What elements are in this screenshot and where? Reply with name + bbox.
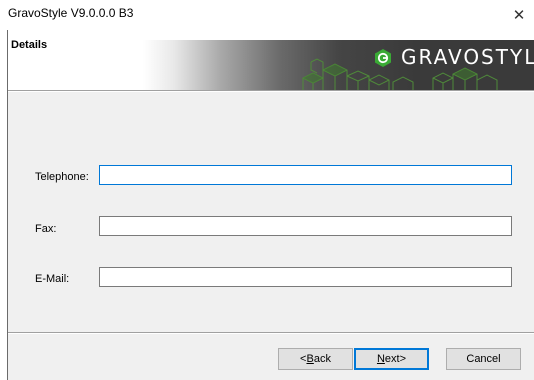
next-button-mnemonic: N bbox=[376, 353, 385, 365]
next-button[interactable]: Next > bbox=[354, 348, 429, 370]
wizard-window: Details GRAVOSTYL Telephone: Fax: E-Mail… bbox=[7, 30, 534, 380]
page-title: Details bbox=[11, 39, 48, 51]
fax-label: Fax: bbox=[35, 223, 57, 235]
window-title: GravoStyle V9.0.0.0 B3 bbox=[8, 6, 134, 20]
next-button-label: ext bbox=[384, 353, 400, 365]
back-button-mnemonic: B bbox=[306, 353, 314, 365]
email-field[interactable] bbox=[99, 267, 512, 287]
wizard-header: Details GRAVOSTYL bbox=[8, 30, 534, 90]
title-bar: GravoStyle V9.0.0.0 B3 ✕ bbox=[0, 0, 534, 30]
fax-field[interactable] bbox=[99, 216, 512, 236]
footer-divider bbox=[8, 332, 534, 334]
cancel-button-label: Cancel bbox=[466, 353, 501, 365]
close-icon: ✕ bbox=[512, 7, 526, 24]
back-button[interactable]: < Back bbox=[278, 348, 353, 370]
next-button-suffix: > bbox=[399, 353, 407, 365]
gravostyle-logo-text: GRAVOSTYLE bbox=[401, 45, 534, 69]
email-label: E-Mail: bbox=[35, 273, 70, 285]
close-button[interactable]: ✕ bbox=[504, 0, 534, 30]
telephone-label: Telephone: bbox=[35, 171, 89, 183]
back-button-label: ack bbox=[313, 353, 331, 365]
cancel-button[interactable]: Cancel bbox=[446, 348, 521, 370]
telephone-field[interactable] bbox=[99, 165, 512, 185]
gravostyle-banner: GRAVOSTYLE bbox=[143, 40, 534, 90]
gravostyle-logo-icon bbox=[375, 49, 391, 67]
header-divider bbox=[8, 90, 534, 92]
